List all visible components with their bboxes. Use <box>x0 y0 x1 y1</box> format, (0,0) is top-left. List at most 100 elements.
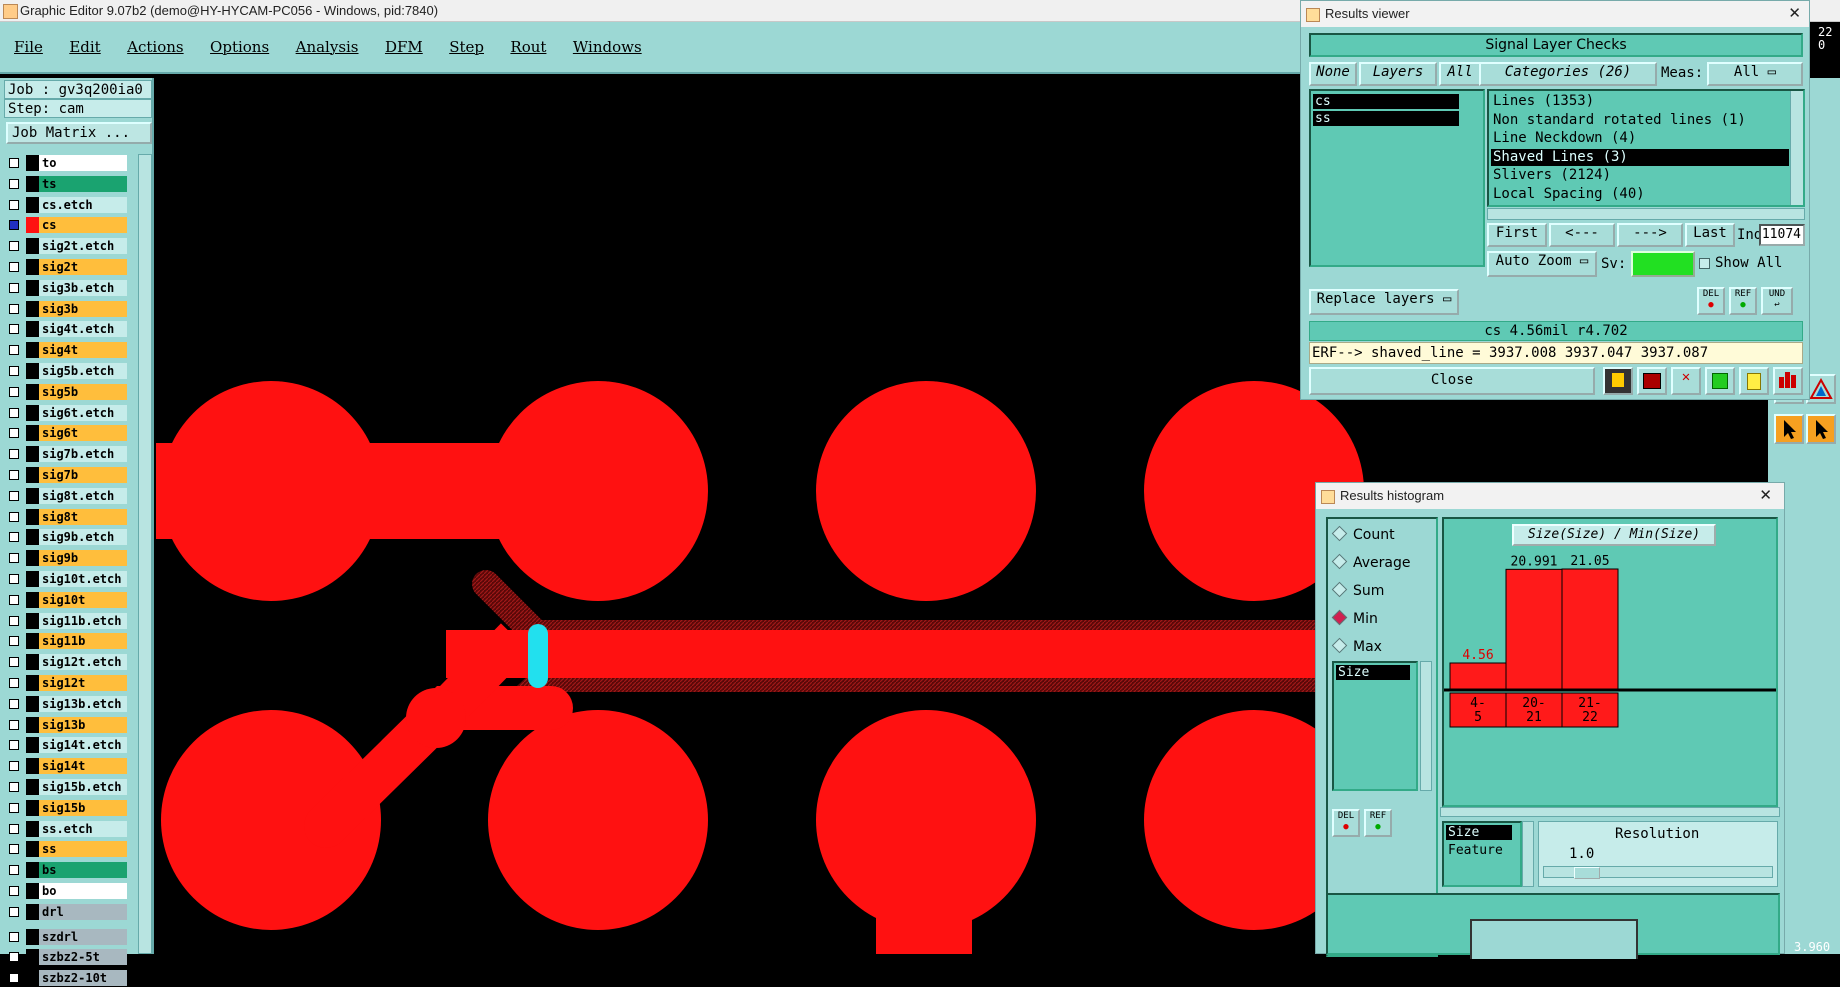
layer-row[interactable]: ss <box>4 840 130 858</box>
job-matrix-button[interactable]: Job Matrix ... <box>6 122 152 144</box>
layer-row[interactable]: sig8t.etch <box>4 487 130 505</box>
layer-row[interactable]: cs.etch <box>4 196 130 214</box>
layer-checkbox[interactable] <box>9 470 19 480</box>
layer-row[interactable]: ss.etch <box>4 820 130 838</box>
severity-select[interactable] <box>1631 251 1695 277</box>
layer-row[interactable]: sig5b <box>4 383 130 401</box>
menu-rout[interactable]: Rout <box>510 38 546 56</box>
stat-option-average[interactable]: Average <box>1331 553 1411 577</box>
layer-row[interactable]: sig3b.etch <box>4 279 130 297</box>
layer-checkbox[interactable] <box>9 386 19 397</box>
layer-checkbox[interactable] <box>9 282 19 293</box>
layer-checkbox[interactable] <box>9 719 19 730</box>
layer-row[interactable]: szbz2-10t <box>4 969 130 987</box>
field-size[interactable]: Size <box>1446 825 1512 840</box>
layer-checkbox[interactable] <box>9 241 19 252</box>
histogram-bar[interactable] <box>1505 568 1563 690</box>
index-input[interactable]: 11074 <box>1759 224 1805 246</box>
resolution-slider[interactable] <box>1543 866 1773 879</box>
layer-checkbox[interactable] <box>9 324 19 335</box>
cross-icon[interactable]: ✕ <box>1671 367 1701 395</box>
undo-button[interactable]: UND ↩ <box>1761 287 1793 315</box>
menu-windows[interactable]: Windows <box>573 38 642 56</box>
layer-checkbox[interactable] <box>9 407 19 418</box>
layer-checkbox[interactable] <box>9 158 19 168</box>
stat-option-min[interactable]: Min <box>1331 609 1378 633</box>
category-item[interactable]: Slivers (2124) <box>1491 167 1789 184</box>
layer-row[interactable]: sig11b <box>4 632 130 650</box>
layer-row[interactable]: sig4t.etch <box>4 320 130 338</box>
layer-checkbox[interactable] <box>9 698 19 709</box>
layer-row[interactable]: sig12t.etch <box>4 653 130 671</box>
prev-button[interactable]: <--- <box>1549 223 1615 247</box>
layer-checkbox[interactable] <box>9 740 19 751</box>
category-item[interactable]: Local Spacing (40) <box>1491 186 1789 203</box>
layer-row[interactable]: szdrl <box>4 928 130 946</box>
result-layer-cs[interactable]: cs <box>1313 94 1459 109</box>
layer-row[interactable]: sig2t <box>4 258 130 276</box>
close-icon[interactable]: ✕ <box>1759 483 1772 509</box>
layer-checkbox[interactable] <box>9 449 19 460</box>
hist-del-button[interactable]: DEL ● <box>1332 809 1360 837</box>
field-feature[interactable]: Feature <box>1446 843 1503 858</box>
category-item[interactable]: Shaved Lines (3) <box>1491 148 1789 166</box>
select-arrow-icon[interactable] <box>1774 414 1804 444</box>
layer-row[interactable]: sig6t.etch <box>4 404 130 422</box>
none-button[interactable]: None <box>1309 62 1357 86</box>
hist-ref-button[interactable]: REF ● <box>1364 809 1392 837</box>
layer-checkbox[interactable] <box>9 657 19 668</box>
layer-checkbox[interactable] <box>9 931 19 942</box>
auto-zoom-select[interactable]: Auto Zoom ▭ <box>1487 251 1597 277</box>
layer-checkbox[interactable] <box>9 782 19 792</box>
layer-row[interactable]: sig15b <box>4 799 130 817</box>
screen-icon[interactable] <box>1637 367 1667 395</box>
meas-select[interactable]: All ▭ <box>1707 62 1803 86</box>
next-button[interactable]: ---> <box>1617 223 1683 247</box>
layer-checkbox[interactable] <box>9 802 19 813</box>
histogram-bar[interactable] <box>1561 568 1619 690</box>
layer-row[interactable]: sig7b.etch <box>4 445 130 463</box>
layer-checkbox[interactable] <box>9 865 19 876</box>
menu-file[interactable]: File <box>14 38 43 56</box>
first-button[interactable]: First <box>1487 223 1547 247</box>
layer-checkbox[interactable] <box>9 220 19 231</box>
stat-option-max[interactable]: Max <box>1331 637 1382 661</box>
layer-row[interactable]: sig15b.etch <box>4 778 130 796</box>
category-vscroll[interactable] <box>1790 91 1803 205</box>
layer-row[interactable]: szbz2-5t <box>4 948 130 966</box>
layer-checkbox[interactable] <box>9 973 19 984</box>
export-icon[interactable] <box>1705 367 1735 395</box>
layer-row[interactable]: drl <box>4 903 130 921</box>
menu-dfm[interactable]: DFM <box>385 38 423 56</box>
category-item[interactable]: Non standard rotated lines (1) <box>1491 112 1789 129</box>
layer-row[interactable]: sig6t <box>4 424 130 442</box>
last-button[interactable]: Last <box>1685 223 1735 247</box>
layers-button[interactable]: Layers <box>1359 62 1437 86</box>
layer-checkbox[interactable] <box>9 886 19 896</box>
layer-checkbox[interactable] <box>9 844 19 855</box>
layer-checkbox[interactable] <box>9 678 19 688</box>
chart-hscroll[interactable] <box>1440 807 1780 817</box>
category-item[interactable]: Line Neckdown (4) <box>1491 130 1789 147</box>
layer-checkbox[interactable] <box>9 262 19 272</box>
show-all-checkbox[interactable] <box>1699 258 1710 269</box>
notes-icon[interactable] <box>1739 367 1769 395</box>
layer-row[interactable]: sig13b.etch <box>4 695 130 713</box>
layer-row[interactable]: sig11b.etch <box>4 612 130 630</box>
layer-row[interactable]: sig10t.etch <box>4 570 130 588</box>
layer-checkbox[interactable] <box>9 761 19 772</box>
layer-row[interactable]: sig3b <box>4 300 130 318</box>
layer-row[interactable]: sig5b.etch <box>4 362 130 380</box>
layer-row[interactable]: sig12t <box>4 674 130 692</box>
layer-checkbox[interactable] <box>9 428 19 439</box>
layer-row[interactable]: ts <box>4 175 130 193</box>
layer-row[interactable]: cs <box>4 216 130 234</box>
menu-analysis[interactable]: Analysis <box>296 38 359 56</box>
ref-button[interactable]: REF ● <box>1729 287 1757 315</box>
layer-row[interactable]: sig14t.etch <box>4 736 130 754</box>
del-button[interactable]: DEL ● <box>1697 287 1725 315</box>
layer-row[interactable]: sig10t <box>4 591 130 609</box>
layer-row[interactable]: sig9b <box>4 549 130 567</box>
layer-checkbox[interactable] <box>9 906 19 917</box>
layer-row[interactable]: sig4t <box>4 341 130 359</box>
